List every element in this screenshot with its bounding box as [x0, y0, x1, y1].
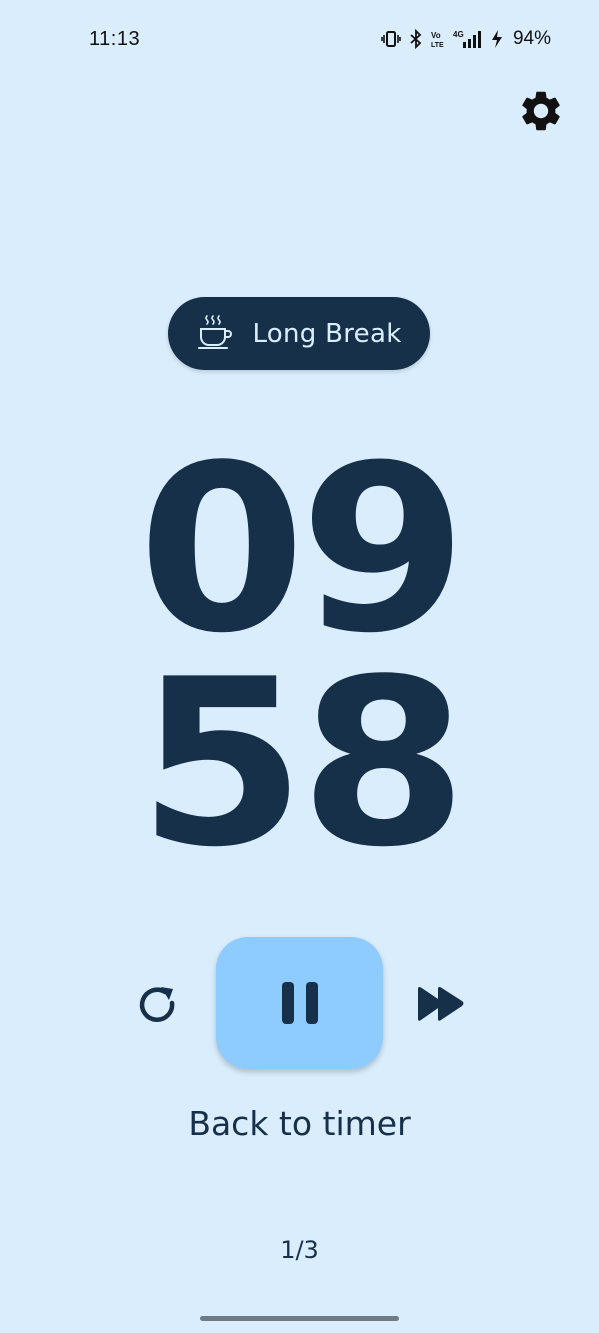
battery-percentage: 94%	[512, 28, 551, 49]
coffee-cup-icon	[196, 313, 234, 355]
gear-icon	[522, 91, 560, 131]
timer-controls	[0, 937, 599, 1069]
timer-seconds: 58	[137, 631, 468, 898]
skip-button[interactable]	[414, 981, 468, 1029]
page-indicator: 1/3	[280, 1236, 319, 1264]
mode-indicator[interactable]: Long Break	[168, 297, 430, 370]
status-bar: 11:13 Vo LTE 4G 94%	[0, 0, 599, 80]
fast-forward-icon	[418, 987, 464, 1021]
status-time: 11:13	[89, 28, 141, 50]
pause-icon	[281, 982, 318, 1024]
signal-4g-icon: 4G	[453, 29, 483, 49]
mode-label: Long Break	[252, 318, 402, 349]
reset-icon	[139, 987, 175, 1022]
reset-button[interactable]	[134, 981, 182, 1029]
bluetooth-icon	[409, 29, 423, 49]
vibrate-icon	[381, 29, 401, 49]
status-icons: Vo LTE 4G 94%	[381, 28, 551, 50]
pause-button[interactable]	[216, 937, 383, 1069]
svg-text:Vo: Vo	[431, 31, 441, 40]
svg-text:LTE: LTE	[431, 42, 444, 49]
home-indicator[interactable]	[200, 1316, 399, 1321]
svg-text:4G: 4G	[453, 30, 464, 39]
charging-icon	[491, 29, 503, 49]
settings-button[interactable]	[517, 87, 565, 135]
volte-icon: Vo LTE	[431, 29, 445, 49]
back-to-timer-link[interactable]: Back to timer	[0, 1104, 599, 1143]
